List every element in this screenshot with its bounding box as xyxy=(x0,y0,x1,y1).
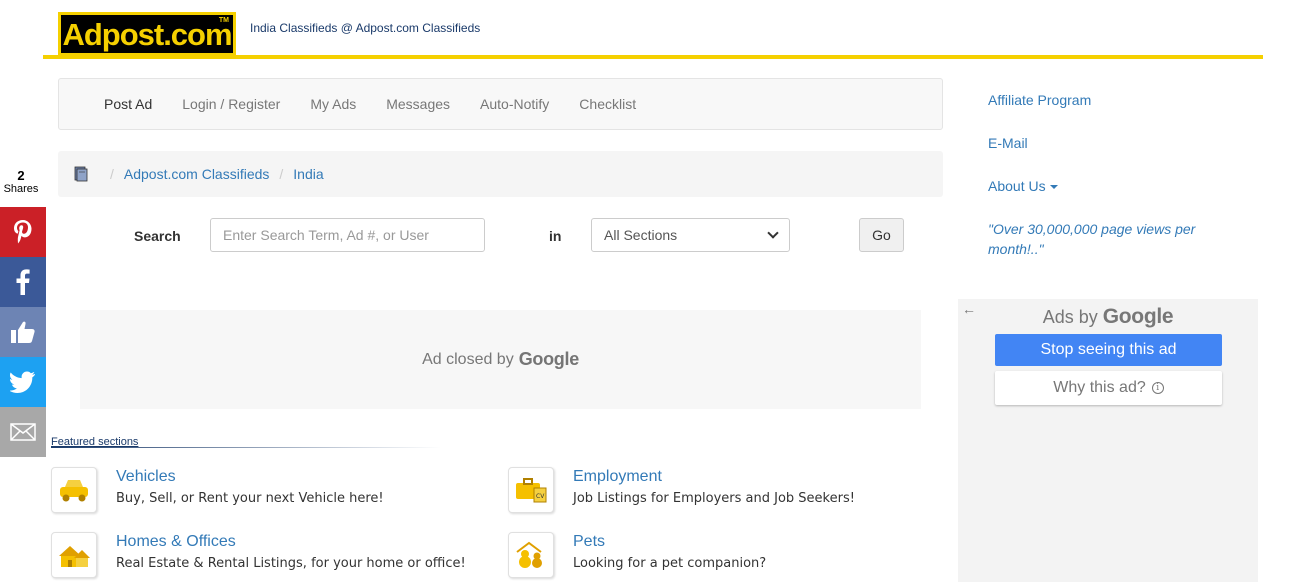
facebook-share-button[interactable] xyxy=(0,257,46,307)
share-count: 2 Shares xyxy=(0,168,42,195)
email-share-button[interactable] xyxy=(0,407,46,457)
nav-checklist[interactable]: Checklist xyxy=(564,96,651,112)
like-share-button[interactable] xyxy=(0,307,46,357)
section-select[interactable]: All Sections xyxy=(591,218,790,252)
search-label: Search xyxy=(134,228,181,244)
featured-pets[interactable]: Pets Looking for a pet companion? xyxy=(508,532,766,578)
featured-homes-offices[interactable]: Homes & Offices Real Estate & Rental Lis… xyxy=(51,532,466,578)
svg-text:CV: CV xyxy=(536,493,545,500)
why-this-ad-label: Why this ad? xyxy=(1053,379,1146,396)
chevron-down-icon xyxy=(767,227,779,239)
featured-desc: Buy, Sell, or Rent your next Vehicle her… xyxy=(116,491,384,506)
site-tagline: India Classifieds @ Adpost.com Classifie… xyxy=(250,21,481,35)
header-divider xyxy=(43,55,1263,59)
featured-title[interactable]: Homes & Offices xyxy=(116,532,466,552)
go-button[interactable]: Go xyxy=(859,218,904,252)
ads-by-label: Ads by xyxy=(1042,307,1098,327)
page-views-quote: "Over 30,000,000 page views per month!..… xyxy=(988,221,1196,257)
ad-closed-text: Ad closed by xyxy=(422,350,514,368)
nav-messages[interactable]: Messages xyxy=(371,96,465,112)
search-input[interactable] xyxy=(210,218,485,252)
about-us-label: About Us xyxy=(988,178,1046,194)
briefcase-cv-icon[interactable]: CV xyxy=(508,467,554,513)
featured-title[interactable]: Vehicles xyxy=(116,467,384,487)
share-count-label: Shares xyxy=(3,183,39,195)
twitter-share-button[interactable] xyxy=(0,357,46,407)
breadcrumb-separator: / xyxy=(279,166,284,182)
caret-down-icon xyxy=(1049,185,1058,190)
section-select-value: All Sections xyxy=(604,227,678,243)
featured-divider xyxy=(51,447,441,448)
house-icon[interactable] xyxy=(51,532,97,578)
google-ad-panel: ← Ads by Google Stop seeing this ad Why … xyxy=(958,299,1258,582)
ads-by-google: Ads by Google xyxy=(958,305,1258,329)
car-icon[interactable] xyxy=(51,467,97,513)
ad-closed-banner: Ad closed by Google xyxy=(80,310,921,409)
google-logo: Google xyxy=(518,349,580,369)
breadcrumb-india[interactable]: India xyxy=(293,166,323,182)
breadcrumb-separator: / xyxy=(110,166,114,182)
pinterest-icon xyxy=(14,220,32,244)
about-us-dropdown[interactable]: About Us xyxy=(988,178,1058,194)
thumbs-up-icon xyxy=(11,321,35,343)
breadcrumb-adpost[interactable]: Adpost.com Classifieds xyxy=(124,166,270,182)
affiliate-program-link[interactable]: Affiliate Program xyxy=(988,92,1091,108)
why-this-ad-button[interactable]: Why this ad? i xyxy=(995,371,1222,405)
nav-auto-notify[interactable]: Auto-Notify xyxy=(465,96,564,112)
breadcrumb: / Adpost.com Classifieds / India xyxy=(58,151,943,197)
in-label: in xyxy=(549,228,562,244)
email-icon xyxy=(10,423,36,441)
stop-seeing-ad-button[interactable]: Stop seeing this ad xyxy=(995,334,1222,366)
main-navbar: Post Ad Login / Register My Ads Messages… xyxy=(58,78,943,130)
featured-vehicles[interactable]: Vehicles Buy, Sell, or Rent your next Ve… xyxy=(51,467,384,513)
email-link[interactable]: E-Mail xyxy=(988,135,1028,151)
nav-login-register[interactable]: Login / Register xyxy=(167,96,295,112)
pinterest-share-button[interactable] xyxy=(0,207,46,257)
featured-title[interactable]: Employment xyxy=(573,467,855,487)
featured-desc: Real Estate & Rental Listings, for your … xyxy=(116,556,466,571)
google-logo: Google xyxy=(1102,305,1174,328)
featured-desc: Looking for a pet companion? xyxy=(573,556,767,571)
featured-desc: Job Listings for Employers and Job Seeke… xyxy=(573,491,855,506)
nav-my-ads[interactable]: My Ads xyxy=(295,96,371,112)
logo-text: Adpost.com xyxy=(62,16,232,52)
logo-trademark: TM xyxy=(218,17,229,24)
twitter-icon xyxy=(10,371,35,393)
pets-icon[interactable] xyxy=(508,532,554,578)
book-icon[interactable] xyxy=(74,166,88,182)
share-count-number: 2 xyxy=(17,168,25,183)
featured-title[interactable]: Pets xyxy=(573,532,766,552)
facebook-icon xyxy=(16,269,30,295)
nav-post-ad[interactable]: Post Ad xyxy=(89,96,167,112)
site-logo[interactable]: Adpost.com TM xyxy=(58,12,236,56)
featured-employment[interactable]: CV Employment Job Listings for Employers… xyxy=(508,467,855,513)
info-icon: i xyxy=(1151,382,1164,394)
